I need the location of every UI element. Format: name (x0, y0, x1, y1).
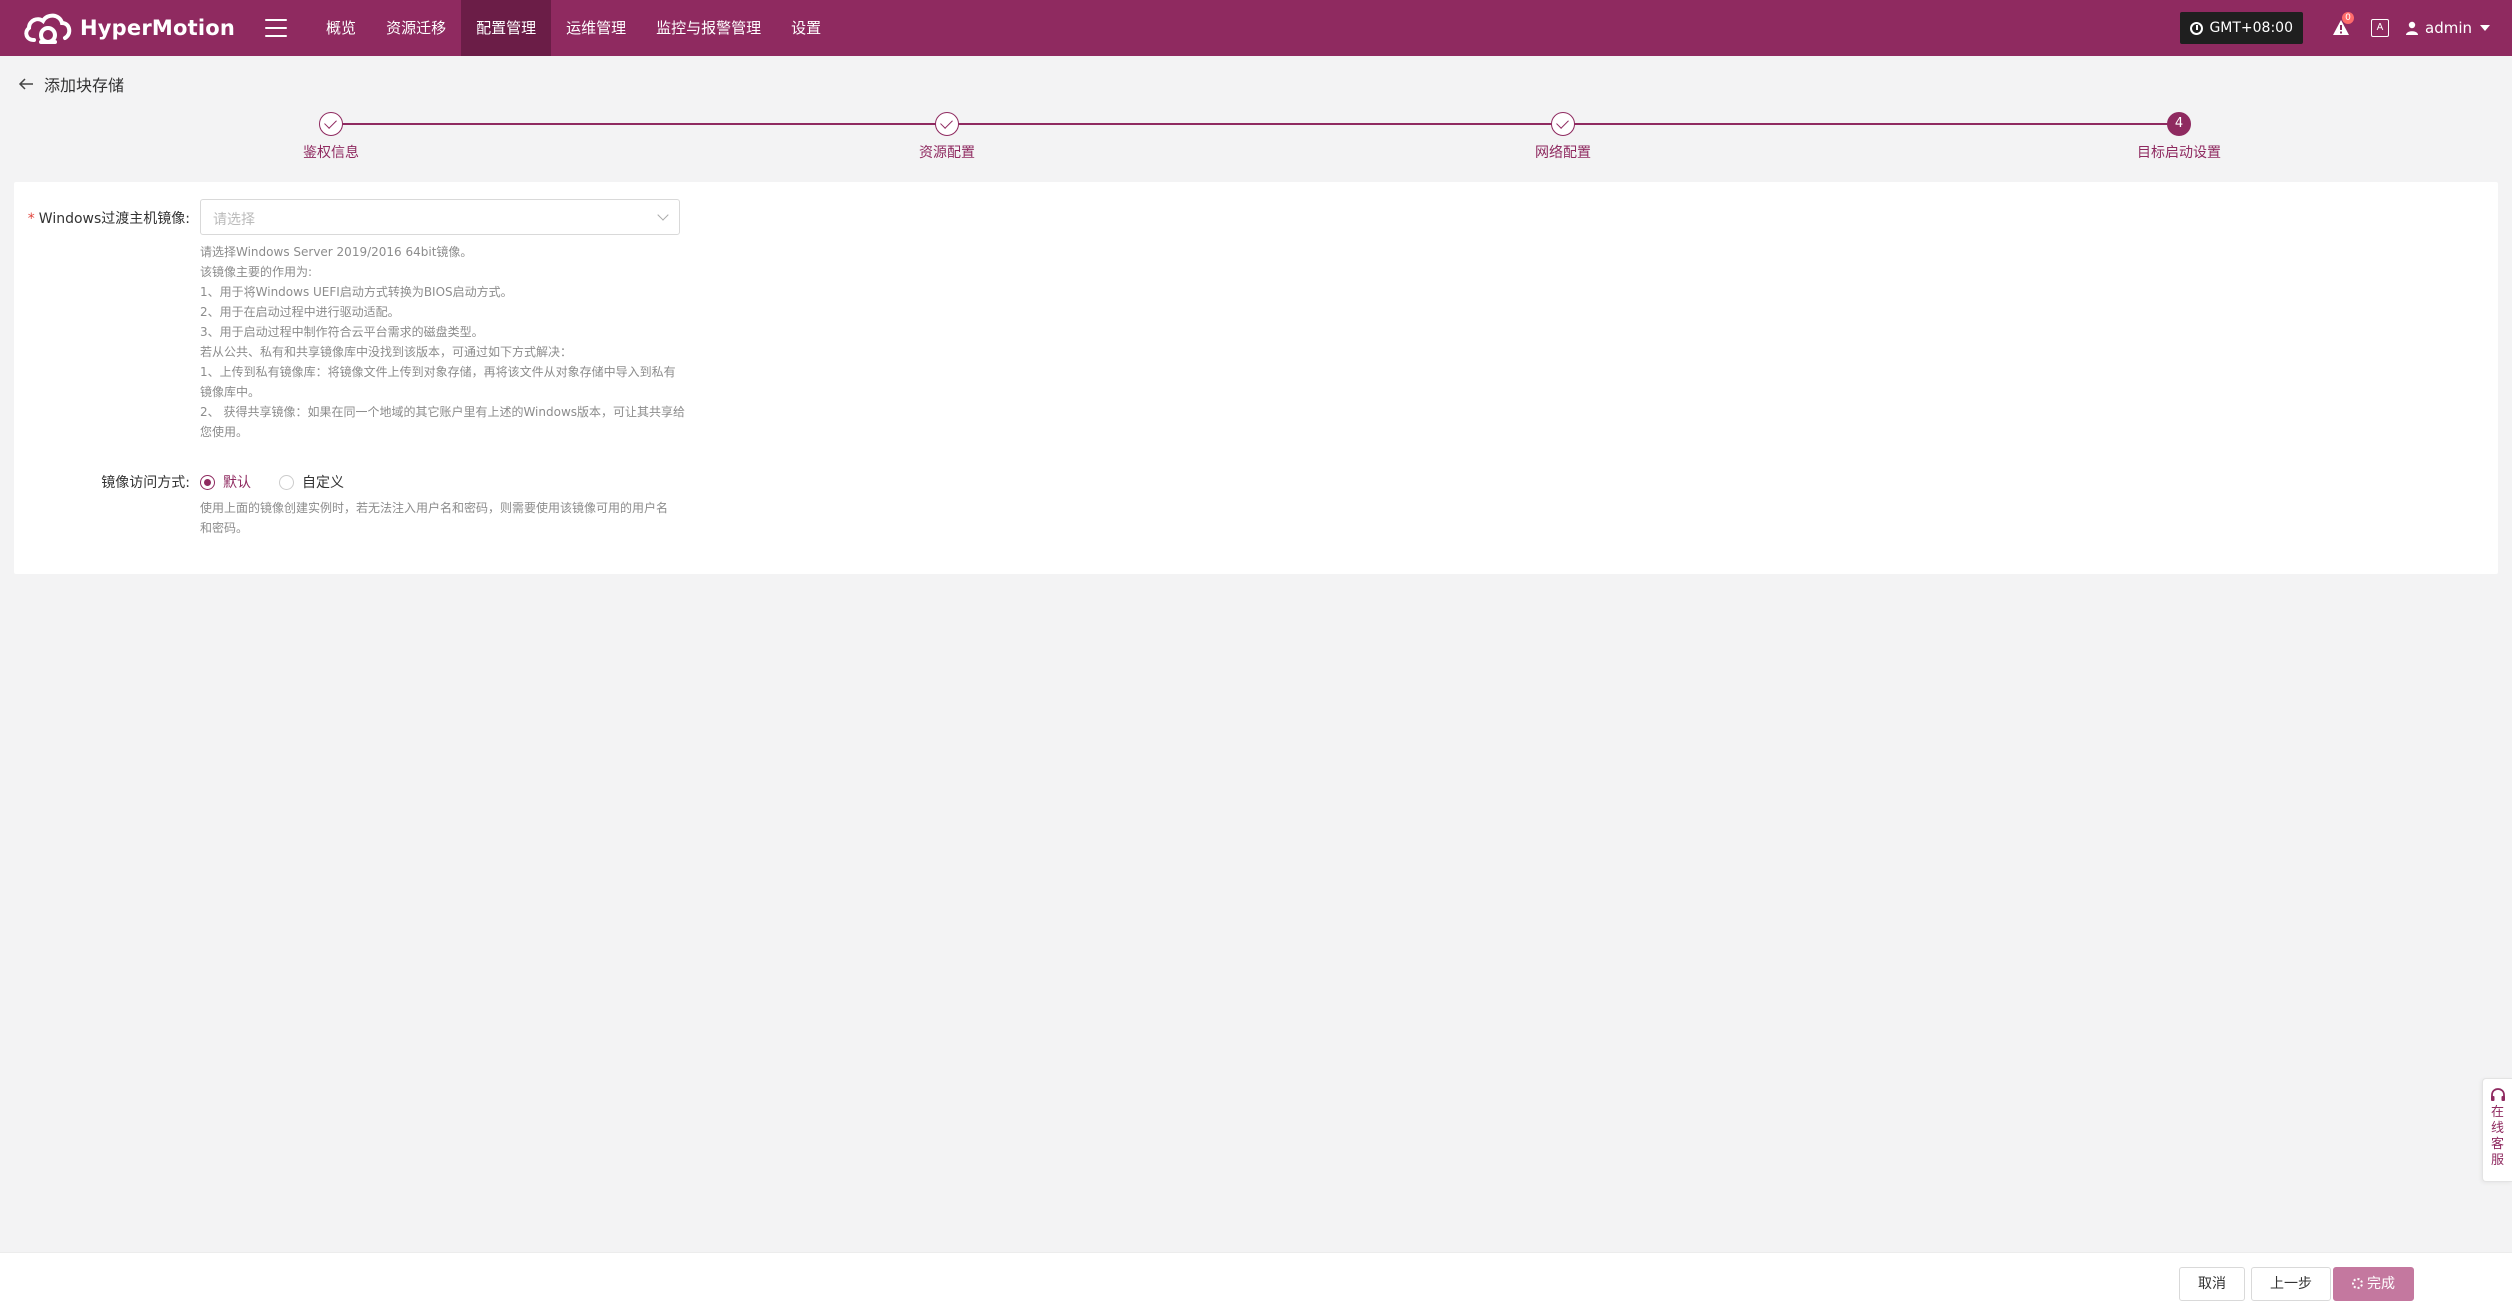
clock-icon (2190, 21, 2204, 35)
finish-button[interactable]: 完成 (2333, 1267, 2414, 1301)
nav-item-config[interactable]: 配置管理 (461, 0, 552, 56)
radio-label: 自定义 (302, 475, 344, 491)
help-line: 2、用于在启动过程中进行驱动适配。 (200, 305, 400, 319)
notifications[interactable]: 0 (2331, 12, 2354, 38)
step-connector (331, 123, 947, 125)
user-icon (2406, 21, 2418, 35)
help-line: 1、用于将Windows UEFI启动方式转换为BIOS启动方式。 (200, 285, 513, 299)
nav-item-monitoring[interactable]: 监控与报警管理 (641, 0, 776, 56)
windows-image-select[interactable]: 请选择 (200, 199, 680, 235)
cancel-button[interactable]: 取消 (2179, 1267, 2245, 1301)
nav-item-settings[interactable]: 设置 (776, 0, 836, 56)
finish-label: 完成 (2367, 1276, 2395, 1292)
radio-unchecked-icon (279, 474, 294, 490)
form-card: * Windows过渡主机镜像: 请选择 请选择Windows Server 20… (14, 182, 2498, 574)
prev-step-button[interactable]: 上一步 (2251, 1267, 2331, 1301)
arrow-left-icon (18, 78, 33, 90)
step-boot-settings: 4 目标启动设置 (2137, 108, 2221, 162)
radio-default[interactable]: 默认 (200, 472, 251, 492)
username: admin (2425, 19, 2472, 37)
step-number: 4 (2167, 112, 2191, 136)
step-label: 目标启动设置 (2137, 145, 2221, 161)
required-mark: * (27, 211, 35, 227)
windows-image-label-text: Windows过渡主机镜像: (38, 211, 190, 227)
top-navbar: HyperMotion 概览 资源迁移 配置管理 运维管理 监控与报警管理 设置… (0, 0, 2512, 56)
access-mode-label: 镜像访问方式: (101, 475, 190, 491)
step-label: 资源配置 (919, 145, 975, 161)
header-actions: GMT+08:00 0 A admin (2180, 0, 2512, 56)
help-line: 3、用于启动过程中制作符合云平台需求的磁盘类型。 (200, 325, 484, 339)
nav-item-ops[interactable]: 运维管理 (551, 0, 641, 56)
headset-icon (2490, 1088, 2505, 1101)
help-line: 若从公共、私有和共享镜像库中没找到该版本，可通过如下方式解决： (200, 345, 573, 359)
menu-toggle-icon[interactable] (265, 19, 288, 37)
step-label: 网络配置 (1535, 145, 1591, 161)
chevron-down-icon (657, 209, 669, 221)
help-line: 2、 获得共享镜像：如果在同一个地域的其它账户里有上述的Windows版本，可让… (200, 405, 686, 419)
windows-image-label: * Windows过渡主机镜像: (28, 208, 190, 228)
brand-name: HyperMotion (80, 16, 236, 40)
step-label: 鉴权信息 (303, 145, 359, 161)
user-menu[interactable]: admin (2405, 19, 2490, 37)
gear-icon (2352, 1278, 2363, 1289)
nav-item-overview[interactable]: 概览 (311, 0, 371, 56)
step-resource: 资源配置 (919, 108, 975, 162)
back-link[interactable]: 添加块存储 (18, 72, 124, 96)
chevron-down-icon (2480, 25, 2490, 31)
help-line: 您使用。 (200, 425, 249, 439)
help-line: 和密码。 (200, 521, 249, 535)
radio-label: 默认 (223, 475, 251, 491)
help-line: 使用上面的镜像创建实例时，若无法注入用户名和密码，则需要使用该镜像可用的用户名 (200, 501, 669, 515)
radio-checked-icon (200, 474, 215, 490)
help-line: 该镜像主要的作用为: (200, 265, 313, 279)
cloud-logo-icon (24, 13, 72, 44)
nav-item-migration[interactable]: 资源迁移 (371, 0, 461, 56)
help-line: 请选择Windows Server 2019/2016 64bit镜像。 (200, 245, 473, 259)
step-connector (1563, 123, 2179, 125)
main-nav: 概览 资源迁移 配置管理 运维管理 监控与报警管理 设置 (311, 0, 836, 56)
timezone-display[interactable]: GMT+08:00 (2180, 12, 2303, 44)
select-placeholder: 请选择 (213, 212, 255, 228)
step-auth: 鉴权信息 (303, 108, 359, 162)
wizard-steps: 鉴权信息 资源配置 网络配置 4 目标启动设置 (0, 108, 2512, 168)
notification-badge: 0 (2342, 12, 2354, 24)
step-network: 网络配置 (1535, 108, 1591, 162)
online-service-button[interactable]: 在线客服 (2482, 1078, 2512, 1182)
help-line: 1、上传到私有镜像库：将镜像文件上传到对象存储，再将该文件从对象存储中导入到私有 (200, 365, 676, 379)
step-connector (947, 123, 1563, 125)
check-icon (935, 112, 959, 136)
check-icon (319, 112, 343, 136)
access-mode-radio-group: 默认 自定义 (200, 472, 372, 492)
language-icon[interactable]: A (2371, 19, 2389, 37)
radio-custom[interactable]: 自定义 (279, 472, 344, 492)
page-title: 添加块存储 (44, 76, 125, 95)
check-icon (1551, 112, 1575, 136)
footer-bar: 取消 上一步 完成 (0, 1252, 2512, 1314)
timezone-text: GMT+08:00 (2209, 20, 2293, 36)
windows-image-help: 请选择Windows Server 2019/2016 64bit镜像。 该镜像… (200, 242, 690, 442)
help-line: 镜像库中。 (200, 385, 261, 399)
access-mode-help: 使用上面的镜像创建实例时，若无法注入用户名和密码，则需要使用该镜像可用的用户名 … (200, 498, 690, 538)
logo[interactable]: HyperMotion (20, 0, 235, 56)
online-service-text: 在线客服 (2490, 1105, 2504, 1168)
